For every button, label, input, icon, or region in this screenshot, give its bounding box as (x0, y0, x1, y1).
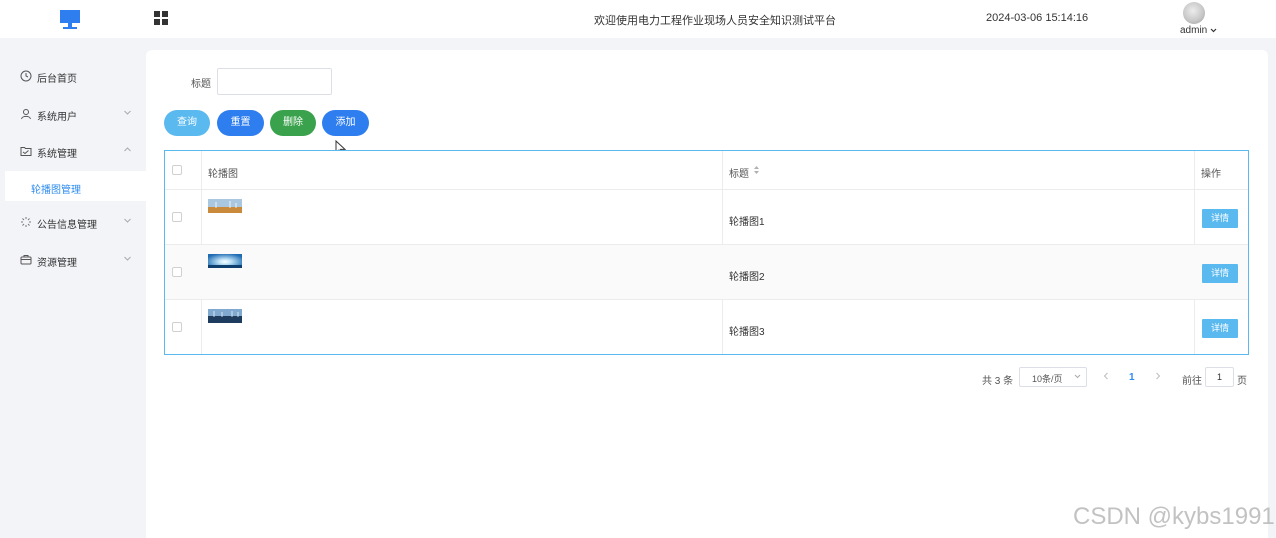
table-row: 轮播图2 详情 (165, 244, 1248, 299)
current-datetime: 2024-03-06 15:14:16 (986, 12, 1089, 24)
thumbnail-wind-farm[interactable] (208, 199, 242, 213)
column-header-image: 轮播图 (208, 169, 238, 180)
user-icon (21, 109, 31, 120)
sidebar-item-label: 系统用户 (37, 112, 77, 123)
chevron-down-icon (124, 218, 131, 223)
carousel-table: 轮播图 标题 操作 轮播图1 详情 轮播图2 详情 轮播图3 详情 (164, 150, 1249, 355)
page-number-current[interactable]: 1 (1129, 372, 1135, 383)
chevron-down-icon (124, 110, 131, 115)
sidebar-subitem-carousel-management[interactable]: 轮播图管理 (5, 171, 146, 201)
sidebar-item-label: 系统管理 (37, 149, 77, 160)
chevron-up-icon (124, 147, 131, 152)
sidebar-item-announcement-management[interactable]: 公告信息管理 (0, 207, 146, 237)
chevron-down-icon (1074, 374, 1081, 379)
sidebar-item-system-users[interactable]: 系统用户 (0, 99, 146, 129)
pagination-total: 共 3 条 (982, 376, 1014, 387)
add-button[interactable]: 添加 (322, 110, 369, 136)
site-title: 欢迎使用电力工程作业现场人员安全知识测试平台 (594, 15, 836, 27)
reset-button[interactable]: 重置 (217, 110, 264, 136)
detail-button[interactable]: 详情 (1202, 209, 1238, 228)
sidebar: 后台首页 系统用户 系统管理 轮播图管理 公告信息管理 资源管理 (0, 38, 146, 538)
next-page-icon[interactable] (1153, 371, 1163, 381)
table-row: 轮播图3 详情 (165, 299, 1248, 354)
sidebar-item-label: 公告信息管理 (37, 220, 97, 231)
page-suffix-label: 页 (1237, 376, 1247, 387)
loading-icon (21, 217, 31, 227)
page-size-select[interactable]: 10条/页 (1019, 367, 1087, 387)
detail-button[interactable]: 详情 (1202, 264, 1238, 283)
chevron-down-icon (124, 256, 131, 261)
title-filter-label: 标题 (191, 79, 211, 90)
sort-icon[interactable] (753, 165, 760, 175)
top-header: 欢迎使用电力工程作业现场人员安全知识测试平台 2024-03-06 15:14:… (0, 0, 1276, 38)
row-checkbox[interactable] (172, 212, 182, 222)
table-header: 轮播图 标题 操作 (165, 151, 1248, 189)
prev-page-icon[interactable] (1101, 371, 1111, 381)
watermark-text: CSDN @kybs1991 (1073, 503, 1275, 530)
detail-button[interactable]: 详情 (1202, 319, 1238, 338)
row-title: 轮播图3 (729, 327, 765, 338)
sidebar-item-label: 资源管理 (37, 258, 77, 269)
column-header-actions: 操作 (1201, 169, 1221, 180)
box-icon (20, 255, 32, 265)
row-checkbox[interactable] (172, 322, 182, 332)
sidebar-item-system-management[interactable]: 系统管理 (0, 136, 146, 166)
username-label: admin (1180, 25, 1208, 36)
column-header-title[interactable]: 标题 (729, 165, 749, 180)
row-title: 轮播图2 (729, 272, 765, 283)
sidebar-subitem-label: 轮播图管理 (31, 185, 81, 196)
delete-button[interactable]: 删除 (270, 110, 316, 136)
sidebar-item-label: 后台首页 (37, 74, 77, 85)
monitor-logo-icon (60, 10, 80, 29)
page-size-value: 10条/页 (1032, 374, 1063, 384)
row-title: 轮播图1 (729, 217, 765, 228)
clock-icon (20, 70, 32, 82)
main-content: 标题 查询 重置 删除 添加 轮播图 标题 操作 轮播图1 详情 轮播图2 详情… (146, 50, 1268, 538)
sidebar-item-home[interactable]: 后台首页 (0, 61, 146, 91)
sidebar-item-resource-management[interactable]: 资源管理 (0, 245, 146, 275)
thumbnail-wind-turbines-sea[interactable] (208, 309, 242, 323)
user-avatar[interactable] (1183, 2, 1205, 24)
select-all-checkbox[interactable] (172, 165, 182, 175)
user-menu[interactable]: admin (1180, 25, 1217, 36)
query-button[interactable]: 查询 (164, 110, 210, 136)
title-filter-input[interactable] (217, 68, 332, 95)
app-grid-icon[interactable] (154, 11, 169, 26)
thumbnail-sky-sunburst[interactable] (208, 254, 242, 268)
table-row: 轮播图1 详情 (165, 189, 1248, 244)
goto-label: 前往 (1182, 376, 1202, 387)
folder-icon (20, 147, 32, 156)
chevron-down-icon (1210, 28, 1217, 33)
goto-page-input[interactable]: 1 (1205, 367, 1234, 387)
row-checkbox[interactable] (172, 267, 182, 277)
